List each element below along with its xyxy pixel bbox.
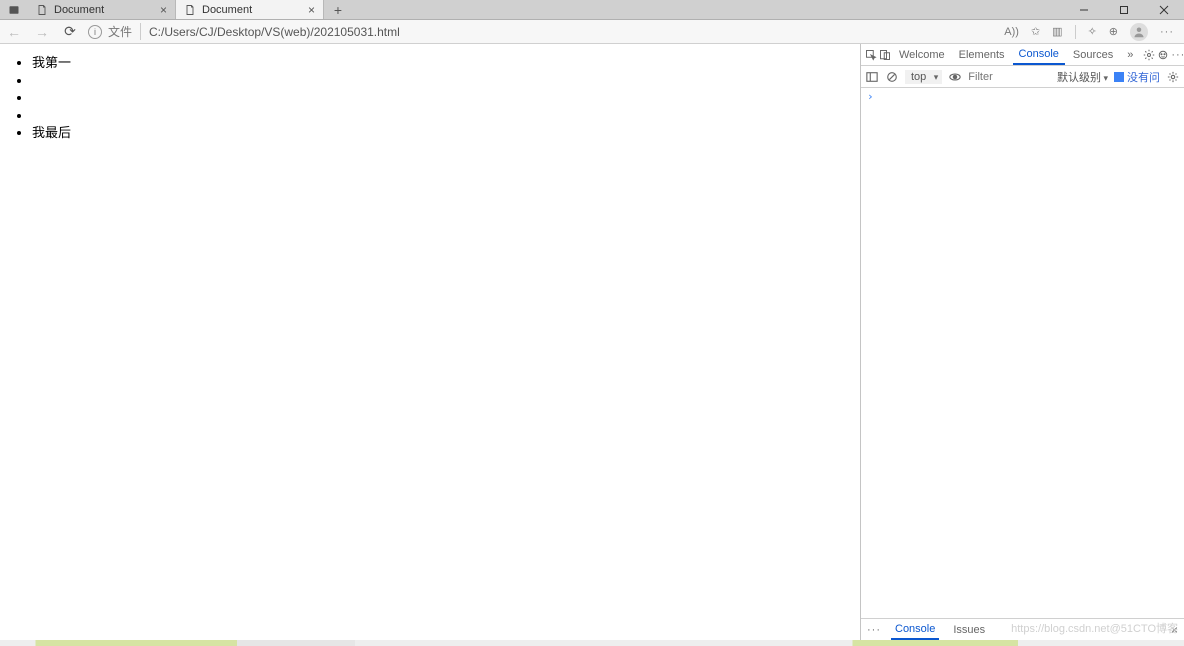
list-item: [32, 107, 846, 125]
document-icon: [36, 4, 48, 16]
devtools-tabbar: Welcome Elements Console Sources » ···: [861, 44, 1184, 66]
device-toggle-icon[interactable]: [879, 46, 891, 64]
close-window-button[interactable]: [1144, 0, 1184, 19]
settings-gear-icon[interactable]: [1143, 46, 1155, 64]
console-prompt: ›: [867, 90, 874, 103]
issues-indicator[interactable]: 没有问: [1114, 69, 1160, 85]
console-settings-icon[interactable]: [1166, 70, 1180, 84]
document-icon: [184, 4, 196, 16]
tab-close-icon[interactable]: ×: [160, 3, 167, 17]
address-actions: A)) ✩ ▥ ✧ ⊕ ···: [1004, 23, 1180, 41]
console-sidebar-toggle-icon[interactable]: [865, 70, 879, 84]
address-bar: ← → ⟳ i 文件 C:/Users/CJ/Desktop/VS(web)/2…: [0, 20, 1184, 44]
app-icon[interactable]: ⊕: [1109, 25, 1118, 38]
url-text[interactable]: C:/Users/CJ/Desktop/VS(web)/202105031.ht…: [149, 25, 1004, 39]
tab-title: Document: [54, 4, 104, 16]
console-filter-input[interactable]: [968, 71, 1028, 83]
drawer-more-icon[interactable]: ···: [867, 624, 881, 636]
maximize-button[interactable]: [1104, 0, 1144, 19]
site-info-icon[interactable]: i: [88, 25, 102, 39]
devtools-panel: Welcome Elements Console Sources » ··· t…: [860, 44, 1184, 640]
window-controls: [1064, 0, 1184, 19]
new-tab-button[interactable]: +: [324, 0, 352, 19]
favorites-icon[interactable]: ✩: [1031, 25, 1040, 38]
content-list: 我第一 我最后: [32, 54, 846, 142]
tab-title: Document: [202, 4, 252, 16]
main-area: 我第一 我最后 Welcome Elements Console Sources…: [0, 44, 1184, 640]
clear-console-icon[interactable]: [885, 70, 899, 84]
read-aloud-icon[interactable]: A)): [1004, 26, 1019, 38]
browser-tab-1[interactable]: Document ×: [28, 0, 176, 19]
taskbar-strip: [0, 640, 1184, 646]
console-toolbar: top 默认级别 没有问: [861, 66, 1184, 88]
refresh-button[interactable]: ⟳: [56, 23, 84, 40]
extensions-icon[interactable]: ✧: [1088, 25, 1097, 38]
tab-elements[interactable]: Elements: [953, 46, 1011, 64]
collections-icon[interactable]: ▥: [1052, 25, 1062, 38]
tab-actions-icon[interactable]: [0, 0, 28, 19]
live-expression-icon[interactable]: [948, 70, 962, 84]
tab-console[interactable]: Console: [1013, 45, 1065, 65]
tabs-overflow-icon[interactable]: »: [1121, 46, 1139, 64]
back-button[interactable]: ←: [0, 24, 28, 40]
list-item: 我最后: [32, 124, 846, 142]
url-scheme-label: 文件: [108, 23, 141, 40]
drawer-close-icon[interactable]: ×: [1171, 623, 1178, 637]
feedback-icon[interactable]: [1157, 46, 1169, 64]
tab-welcome[interactable]: Welcome: [893, 46, 951, 64]
tab-close-icon[interactable]: ×: [308, 3, 315, 17]
divider: [1075, 25, 1076, 39]
more-menu-icon[interactable]: ···: [1160, 26, 1174, 38]
devtools-more-icon[interactable]: ···: [1171, 49, 1184, 61]
list-item: 我第一: [32, 54, 846, 72]
titlebar: Document × Document × +: [0, 0, 1184, 20]
devtools-drawer: ··· Console Issues ×: [861, 618, 1184, 640]
drawer-tab-issues[interactable]: Issues: [949, 621, 989, 639]
list-item: [32, 89, 846, 107]
browser-tab-2[interactable]: Document ×: [176, 0, 324, 19]
console-output[interactable]: ›: [861, 88, 1184, 618]
list-item: [32, 72, 846, 90]
forward-button[interactable]: →: [28, 24, 56, 40]
inspect-element-icon[interactable]: [865, 46, 877, 64]
page-content: 我第一 我最后: [0, 44, 860, 640]
tab-sources[interactable]: Sources: [1067, 46, 1119, 64]
minimize-button[interactable]: [1064, 0, 1104, 19]
log-levels-select[interactable]: 默认级别: [1057, 69, 1108, 85]
drawer-tab-console[interactable]: Console: [891, 620, 939, 640]
execution-context-select[interactable]: top: [905, 71, 942, 83]
profile-avatar[interactable]: [1130, 23, 1148, 41]
